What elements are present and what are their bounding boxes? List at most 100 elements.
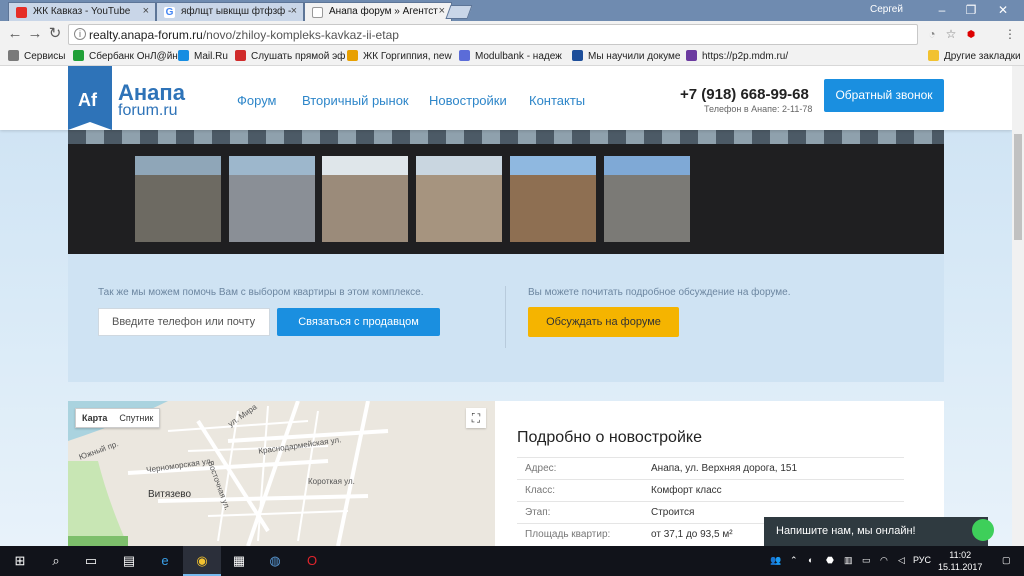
map-type-toggle: Карта Спутник [75, 408, 161, 428]
folder-icon [928, 50, 939, 61]
tab-strip: ЖК Кавказ - YouTube × G яфлщт ывкщш фтфз… [0, 0, 1024, 21]
minimize-button[interactable]: – [929, 1, 955, 19]
tab-title: ЖК Кавказ - YouTube [33, 6, 131, 17]
star-icon[interactable]: ☆ [943, 26, 959, 42]
callback-button[interactable]: Обратный звонок [824, 79, 944, 112]
reload-icon[interactable]: ↻ [46, 25, 64, 43]
detail-row: Класс: Комфорт класс [517, 479, 904, 501]
fullscreen-icon[interactable]: ⛶ [466, 408, 486, 428]
divider [505, 286, 506, 348]
page-icon [312, 7, 323, 18]
gallery-thumbnail[interactable] [416, 156, 502, 242]
calculator-icon[interactable]: ▦ [230, 552, 248, 570]
task-view-icon[interactable]: ▭ [82, 552, 100, 570]
info-icon[interactable]: i [74, 28, 86, 40]
bookmark-icon [686, 50, 697, 61]
explorer-icon[interactable]: ▤ [120, 552, 138, 570]
contact-seller-button[interactable]: Связаться с продавцом [277, 308, 440, 336]
phone-number[interactable]: +7 (918) 668-99-68 [680, 86, 809, 103]
people-icon[interactable]: 👥 [770, 555, 781, 566]
photo-gallery [68, 144, 944, 254]
tray-icon[interactable]: ◐ [808, 555, 813, 565]
logo-mark[interactable]: Af [68, 66, 112, 130]
gallery-thumbnail[interactable] [604, 156, 690, 242]
close-icon[interactable]: × [291, 5, 297, 17]
map-tab[interactable]: Карта [76, 409, 113, 427]
modulbank-icon [459, 50, 470, 61]
chat-widget[interactable]: Напишите нам, мы онлайн! [764, 517, 994, 546]
building-banner [68, 130, 944, 144]
contact-section: Так же мы можем помочь Вам с выбором ква… [68, 254, 944, 382]
browser-tab[interactable]: ЖК Кавказ - YouTube × [8, 2, 156, 21]
nav-new-buildings[interactable]: Новостройки [429, 93, 507, 108]
radio-icon [235, 50, 246, 61]
app-icon[interactable]: ◍ [266, 552, 284, 570]
chevron-up-icon[interactable]: ⌃ [790, 555, 798, 566]
phone-or-email-input[interactable]: Введите телефон или почту [98, 308, 270, 336]
page-scrollbar[interactable] [1012, 66, 1024, 546]
notifications-icon[interactable]: ▢ [1002, 555, 1011, 566]
close-icon[interactable]: × [143, 5, 149, 17]
browser-toolbar: ← → ↻ i realty.anapa-forum.ru/novo/zhilo… [0, 21, 1024, 48]
map-label: Витязево [148, 489, 192, 500]
cookie-icon[interactable]: ◔ [924, 26, 940, 42]
close-icon[interactable]: × [439, 5, 445, 17]
map-label: Короткая ул. [308, 477, 355, 486]
wifi-icon[interactable]: ◠ [880, 555, 888, 566]
chrome-icon[interactable]: ◉ [193, 552, 211, 570]
gallery-thumbnail[interactable] [322, 156, 408, 242]
sberbank-icon [73, 50, 84, 61]
browser-tab[interactable]: G яфлщт ывкщш фтфзф - × [156, 2, 304, 21]
menu-icon[interactable]: ⋮ [1002, 26, 1018, 42]
nav-forum[interactable]: Форум [237, 93, 277, 108]
volume-icon[interactable]: ◁ [898, 555, 905, 566]
gallery-thumbnail[interactable] [135, 156, 221, 242]
tab-title: яфлщт ывкщш фтфзф - [181, 6, 292, 17]
bookmark-item[interactable]: Сбербанк ОнЛ@йн [73, 50, 178, 62]
map[interactable]: Карта Спутник ⛶ Черноморская ул. Краснода… [68, 401, 495, 546]
bookmark-item[interactable]: Мы научили докуме [572, 50, 680, 62]
new-tab-button[interactable] [445, 5, 473, 19]
clock[interactable]: 11:02 15.11.2017 [938, 549, 982, 573]
close-window-button[interactable]: ✕ [990, 1, 1016, 19]
bookmark-item[interactable]: Mail.Ru [178, 50, 228, 62]
bookmarks-bar: Сервисы Сбербанк ОнЛ@йн Mail.Ru Слушать … [0, 48, 1024, 66]
bookmark-item[interactable]: Modulbank - надеж [459, 50, 562, 62]
address-bar[interactable]: i realty.anapa-forum.ru/novo/zhiloy-komp… [68, 24, 918, 45]
browser-tab-active[interactable]: Анапа форум » Агентст × [304, 2, 452, 21]
windows-start-icon[interactable]: ⊞ [11, 552, 29, 570]
battery-icon[interactable]: ▭ [862, 555, 871, 566]
chat-label: Напишите нам, мы онлайн! [776, 525, 916, 537]
maximize-button[interactable]: ❐ [958, 1, 984, 19]
url-host: realty.anapa-forum.ru [89, 28, 203, 42]
search-icon[interactable]: ⌕ [47, 552, 65, 570]
ie-icon[interactable]: e [156, 552, 174, 570]
phone-note: Телефон в Анапе: 2-11-78 [704, 104, 813, 114]
nav-contacts[interactable]: Контакты [529, 93, 585, 108]
bookmark-item[interactable]: Слушать прямой эф [235, 50, 345, 62]
scrollbar-thumb[interactable] [1014, 134, 1022, 240]
adblock-icon[interactable]: ⬢ [963, 26, 979, 42]
mailru-icon [178, 50, 189, 61]
nav-secondary-market[interactable]: Вторичный рынок [302, 93, 409, 108]
opera-icon[interactable]: O [303, 552, 321, 570]
details-panel: Подробно о новостройке [517, 429, 702, 447]
bookmark-item[interactable]: Сервисы [8, 50, 65, 62]
gallery-thumbnail[interactable] [229, 156, 315, 242]
apps-icon [8, 50, 19, 61]
bookmark-item[interactable]: ЖК Горгиппия, new [347, 50, 452, 62]
detail-row: Адрес: Анапа, ул. Верхняя дорога, 151 [517, 457, 904, 479]
back-icon[interactable]: ← [6, 25, 24, 43]
tray-icon[interactable]: ⬣ [826, 555, 834, 566]
forum-discuss-button[interactable]: Обсуждать на форуме [528, 307, 679, 337]
google-icon: G [164, 7, 175, 18]
other-bookmarks[interactable]: Другие закладки [928, 50, 1021, 62]
logo-subtitle[interactable]: forum.ru [118, 102, 178, 120]
satellite-tab[interactable]: Спутник [113, 409, 159, 427]
bookmark-item[interactable]: https://p2p.mdm.ru/ [686, 50, 788, 62]
network-icon[interactable]: ▥ [844, 555, 853, 566]
language-indicator[interactable]: РУС [913, 555, 931, 565]
profile-name[interactable]: Сергей [870, 4, 903, 15]
forward-icon[interactable]: → [26, 25, 44, 43]
gallery-thumbnail[interactable] [510, 156, 596, 242]
